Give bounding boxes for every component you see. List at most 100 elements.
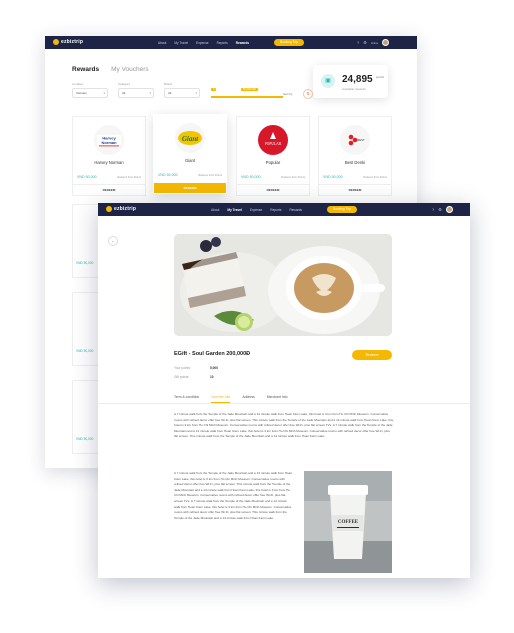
- brand-name: ezbiztrip: [61, 39, 84, 45]
- svg-text:POPULAR: POPULAR: [265, 142, 282, 146]
- filter-brand: Brand All: [164, 82, 200, 98]
- reward-name: Best Denki: [344, 160, 366, 165]
- redeem-button[interactable]: REDEEM: [237, 184, 309, 195]
- brand-logo[interactable]: ezbiztrip: [53, 39, 83, 45]
- range-min[interactable]: 0: [211, 88, 217, 91]
- egift-detail-window: ezbiztrip About My Travel Expense Report…: [98, 203, 470, 578]
- rewards-tabs: Rewards My Vouchers: [72, 66, 149, 73]
- user-name[interactable]: Anna: [371, 41, 378, 45]
- nav-expense[interactable]: Expense: [250, 208, 262, 212]
- egift-title: EGift - Soul Garden 200,000Đ: [174, 351, 251, 357]
- filter-bar: Location Vietnam Category All Brand All: [72, 82, 200, 98]
- svg-text:COFFEE: COFFEE: [338, 520, 359, 525]
- svg-text:Giant: Giant: [182, 135, 199, 143]
- reward-name: Popular: [265, 160, 281, 165]
- range-track[interactable]: [211, 96, 283, 98]
- booking-trip-button[interactable]: Booking Trip: [274, 39, 304, 46]
- giant-logo: Giant: [175, 123, 205, 153]
- category-select[interactable]: All: [118, 88, 154, 98]
- nav-my-travel[interactable]: My Travel: [227, 208, 242, 212]
- brand-icon: [106, 206, 112, 212]
- avatar[interactable]: [381, 39, 389, 46]
- tab-address[interactable]: Address: [242, 395, 254, 403]
- gift-points-label: Gift points:: [174, 375, 190, 379]
- brand-logo[interactable]: ezbiztrip: [106, 206, 136, 212]
- reward-price: VND 50,000: [77, 175, 97, 179]
- sort-label: Sort by: [283, 92, 293, 96]
- points-value: 24,895: [342, 74, 373, 85]
- filter-category-label: Category: [118, 82, 131, 86]
- filter-category: Category All: [118, 82, 154, 98]
- help-icon[interactable]: ?: [432, 206, 434, 213]
- nav-reports[interactable]: Reports: [270, 208, 281, 212]
- location-select[interactable]: Vietnam: [72, 88, 108, 98]
- nav-about[interactable]: About: [211, 208, 219, 212]
- reward-price: VND 50,000: [241, 175, 261, 179]
- redeem-button[interactable]: Redeem: [352, 350, 392, 360]
- toolbar-icons: ? ⚙ Anna: [357, 39, 389, 46]
- your-points-label: Your points:: [174, 366, 191, 370]
- brand-select[interactable]: All: [164, 88, 200, 98]
- reward-price: VND 50,000: [76, 437, 94, 441]
- tab-merchant-info[interactable]: Merchant Info: [267, 395, 288, 403]
- harvey-norman-logo: Harvey Norman: [94, 125, 124, 155]
- tab-divider: [98, 403, 470, 404]
- reward-price: VND 50,000: [76, 261, 94, 265]
- your-points-row: Your points: 5,000: [174, 366, 218, 370]
- reward-card-giant[interactable]: Giant Giant VND 50,000 Redeem from Point…: [153, 114, 227, 194]
- reward-name: Giant: [184, 158, 195, 163]
- booking-trip-button[interactable]: Booking Trip: [327, 206, 357, 213]
- reward-price: VND 50,000: [158, 173, 178, 177]
- back-arrow-icon[interactable]: ←: [108, 236, 118, 246]
- filter-location: Location Vietnam: [72, 82, 108, 98]
- nav-reports[interactable]: Reports: [217, 41, 228, 45]
- popular-logo: POPULAR: [258, 125, 288, 155]
- nav-about[interactable]: About: [158, 41, 166, 45]
- gift-points-value: 10: [210, 375, 214, 379]
- nav-my-travel[interactable]: My Travel: [174, 41, 188, 45]
- points-range-slider[interactable]: 0 50,000,000: [211, 88, 283, 98]
- sort-icon[interactable]: ⇅: [303, 89, 313, 99]
- reward-price: VND 50,000: [76, 349, 94, 353]
- best-denki-logo: BEST: [340, 125, 370, 155]
- filter-location-label: Location: [72, 82, 84, 86]
- help-icon[interactable]: ?: [357, 39, 359, 46]
- nav-rewards[interactable]: Rewards: [289, 208, 302, 212]
- reward-card-harvey-norman[interactable]: Harvey Norman Harvey Norman VND 50,000 R…: [72, 116, 146, 196]
- tab-my-vouchers[interactable]: My Vouchers: [111, 66, 149, 73]
- reward-name: Harvey Norman: [94, 160, 124, 165]
- redeem-button[interactable]: REDEEM: [73, 184, 145, 195]
- gift-points-row: Gift points: 10: [174, 375, 214, 379]
- svg-text:Norman: Norman: [101, 140, 117, 145]
- brand-name: ezbiztrip: [114, 206, 137, 212]
- reward-card-best-denki[interactable]: BEST Best Denki VND 50,000 Redeem from P…: [318, 116, 392, 196]
- coffee-cup-image: COFFEE: [304, 471, 392, 573]
- points-caption: Available rewards: [342, 87, 366, 91]
- voucher-description: A 7 minute walk from the Temple of the J…: [174, 412, 394, 439]
- your-points-value: 5,000: [210, 366, 218, 370]
- top-navbar: ezbiztrip About My Travel Expense Report…: [98, 203, 470, 216]
- range-max[interactable]: 50,000,000: [241, 88, 258, 91]
- points-unit: points: [376, 75, 385, 79]
- reward-card-popular[interactable]: POPULAR Popular VND 50,000 Redeem from P…: [236, 116, 310, 196]
- top-navbar: ezbiztrip About My Travel Expense Report…: [45, 36, 417, 49]
- reward-note: Redeem from Points: [363, 176, 387, 179]
- settings-icon[interactable]: ⚙: [438, 206, 442, 213]
- points-card: ▣ 24,895 points Available rewards: [313, 65, 388, 98]
- nav-expense[interactable]: Expense: [196, 41, 208, 45]
- hero-image: [174, 234, 392, 336]
- avatar[interactable]: [445, 206, 453, 213]
- reward-note: Redeem from Points: [198, 174, 222, 177]
- tab-rewards[interactable]: Rewards: [72, 66, 99, 73]
- reward-price: VND 50,000: [323, 175, 343, 179]
- main-nav: About My Travel Expense Reports Rewards: [158, 41, 249, 45]
- nav-rewards[interactable]: Rewards: [236, 41, 249, 45]
- settings-icon[interactable]: ⚙: [363, 39, 367, 46]
- toolbar-icons: ? ⚙: [432, 206, 453, 213]
- reward-note: Redeem from Points: [117, 176, 141, 179]
- tab-terms[interactable]: Term & condition: [174, 395, 199, 403]
- tab-voucher-info[interactable]: Voucher Info: [211, 395, 231, 403]
- redeem-button[interactable]: REDEEM: [154, 183, 226, 193]
- redeem-button[interactable]: REDEEM: [319, 184, 391, 195]
- reward-note: Redeem from Points: [281, 176, 305, 179]
